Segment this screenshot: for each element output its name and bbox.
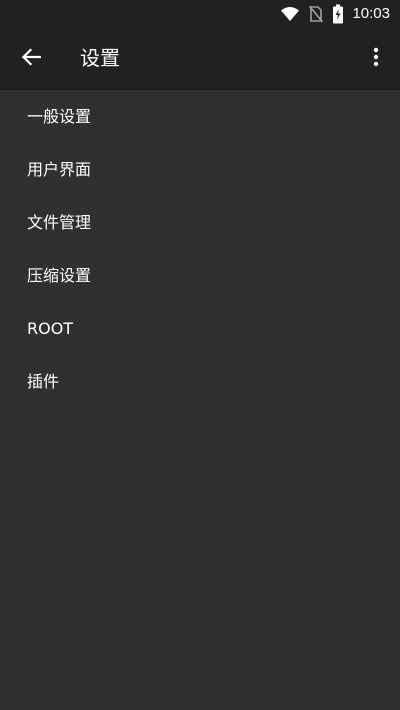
settings-item-root[interactable]: ROOT	[0, 302, 400, 355]
status-icons: 10:03	[272, 4, 390, 24]
settings-item-user-interface[interactable]: 用户界面	[0, 143, 400, 196]
settings-item-file-management[interactable]: 文件管理	[0, 196, 400, 249]
battery-charging-icon	[332, 4, 344, 24]
settings-screen: 10:03 设置 一般设置 用户界面 文件管理 压缩设置 ROOT 插件	[0, 0, 400, 710]
arrow-left-icon	[21, 48, 42, 70]
settings-item-plugins[interactable]: 插件	[0, 355, 400, 408]
back-button[interactable]	[14, 43, 48, 75]
overflow-menu-button[interactable]	[362, 44, 390, 74]
status-time: 10:03	[352, 5, 390, 22]
wifi-icon	[280, 4, 300, 24]
more-vert-icon	[373, 47, 379, 71]
settings-item-general[interactable]: 一般设置	[0, 90, 400, 143]
no-sim-icon	[308, 4, 324, 24]
settings-item-compression[interactable]: 压缩设置	[0, 249, 400, 302]
settings-item-label: 文件管理	[27, 212, 92, 232]
page-title: 设置	[80, 46, 120, 70]
settings-item-label: 压缩设置	[27, 265, 92, 285]
settings-item-label: 用户界面	[27, 159, 92, 179]
status-bar: 10:03	[0, 0, 400, 28]
settings-item-label: 插件	[27, 371, 60, 391]
settings-item-label: 一般设置	[27, 106, 92, 126]
settings-list: 一般设置 用户界面 文件管理 压缩设置 ROOT 插件	[0, 90, 400, 408]
app-bar: 设置	[0, 28, 400, 90]
settings-item-label: ROOT	[27, 318, 74, 338]
